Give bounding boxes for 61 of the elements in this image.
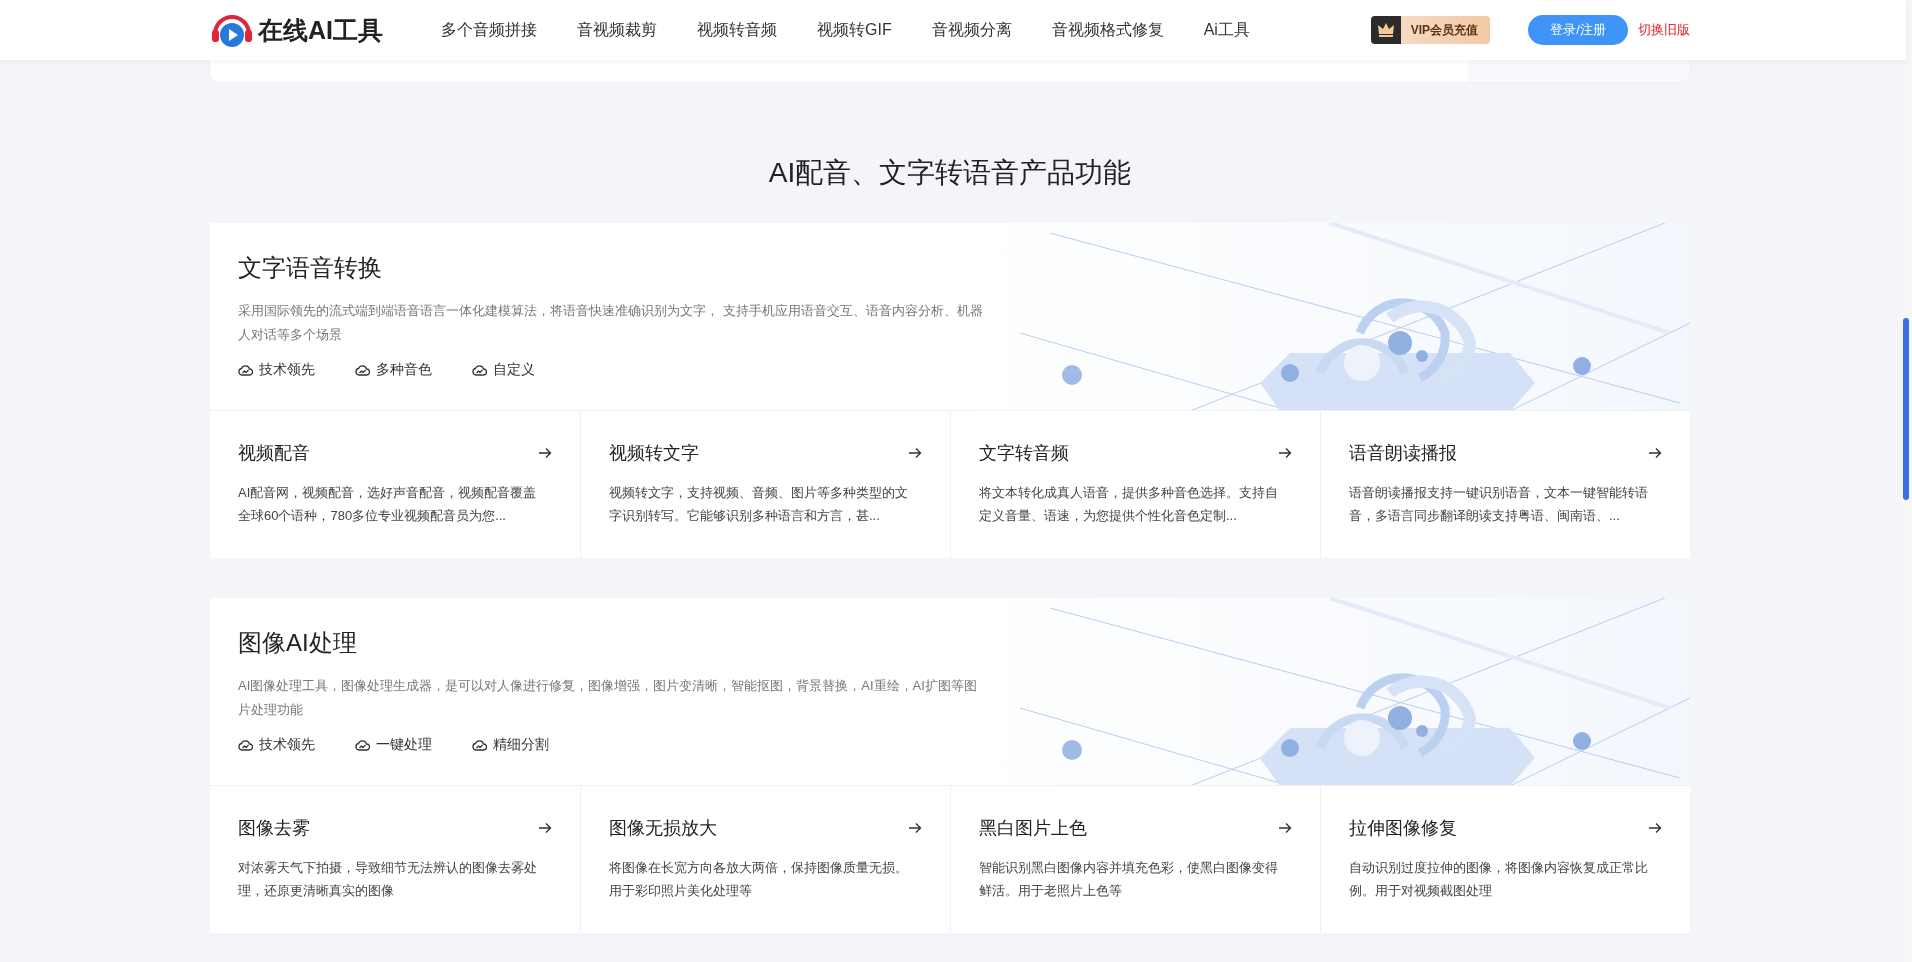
section-description: AI图像处理工具，图像处理生成器，是可以对人像进行修复，图像增强，图片变清晰，智能抠图，背景替换，AI重绘，AI扩图等图片处理功能 [238, 677, 978, 719]
card-description: 将图像在长宽方向各放大两倍，保持图像质量无损。用于彩印照片美化处理等 [609, 859, 909, 900]
section-description: 采用国际领先的流式端到端语音语言一体化建模算法，将语音快速准确识别为文字， 支持手机应用语音交互、语音内容分析、机器人对话等多个场景 [238, 302, 983, 344]
card-title: 语音朗读播报 [1349, 442, 1457, 465]
card-description: 智能识别黑白图像内容并填充色彩，使黑白图像变得鲜活。用于老照片上色等 [979, 859, 1279, 900]
tool-card[interactable]: 图像去雾 对浓雾天气下拍摄，导致细节无法辨认的图像去雾处理，还原更清晰真实的图像 [210, 786, 580, 933]
tool-card[interactable]: 图像无损放大 将图像在长宽方向各放大两倍，保持图像质量无损。用于彩印照片美化处理等 [580, 786, 950, 933]
logo-text: 在线AI工具 [258, 14, 383, 46]
section-title: 文字语音转换 [238, 253, 383, 283]
arrow-right-icon [908, 447, 922, 459]
feature-tag: 一键处理 [376, 736, 432, 754]
cloud-icon [355, 364, 370, 376]
switch-old-version-link[interactable]: 切换旧版 [1638, 21, 1690, 39]
feature-tag: 多种音色 [376, 361, 432, 379]
card-title: 黑白图片上色 [979, 817, 1087, 840]
nav-link[interactable]: 视频转GIF [797, 19, 912, 41]
section-title: 图像AI处理 [238, 628, 358, 658]
crown-icon [1376, 22, 1395, 38]
feature-tag: 精细分割 [493, 736, 549, 754]
arrow-right-icon [1648, 822, 1662, 834]
arrow-right-icon [538, 822, 552, 834]
nav-link[interactable]: 音视频裁剪 [557, 19, 677, 41]
card-title: 图像无损放大 [609, 817, 717, 840]
feature-tag: 技术领先 [259, 736, 315, 754]
nav-link[interactable]: 音视频格式修复 [1031, 19, 1184, 41]
card-description: 将文本转化成真人语音，提供多种音色选择。支持自定义音量、语速，为您提供个性化音色定制... [979, 484, 1279, 525]
scroll-thumb[interactable] [1903, 318, 1909, 500]
tool-card[interactable]: 视频转文字 视频转文字，支持视频、音频、图片等多种类型的文字识别转写。它能够识别多种语言和方言，甚... [580, 411, 950, 558]
tool-card[interactable]: 黑白图片上色 智能识别黑白图像内容并填充色彩，使黑白图像变得鲜活。用于老照片上色等 [950, 786, 1320, 933]
arrow-right-icon [1278, 822, 1292, 834]
nav-link[interactable]: 音视频分离 [911, 19, 1032, 41]
card-title: 图像去雾 [238, 817, 310, 840]
nav-link[interactable]: 多个音频拼接 [421, 19, 557, 41]
tool-card[interactable]: 文字转音频 将文本转化成真人语音，提供多种音色选择。支持自定义音量、语速，为您提供个性化音色定制... [950, 411, 1320, 558]
vip-button[interactable]: VIP会员充值 [1370, 16, 1490, 44]
arrow-right-icon [908, 822, 922, 834]
cloud-icon [238, 739, 253, 751]
arrow-right-icon [1648, 447, 1662, 459]
card-description: 对浓雾天气下拍摄，导致细节无法辨认的图像去雾处理，还原更清晰真实的图像 [238, 859, 538, 900]
feature-tag: 技术领先 [259, 361, 315, 379]
nav-link[interactable]: Ai工具 [1183, 19, 1270, 41]
arrow-right-icon [538, 447, 552, 459]
cloud-icon [238, 364, 253, 376]
card-title: 视频转文字 [609, 442, 699, 465]
nav-link[interactable]: 视频转音频 [677, 19, 797, 41]
card-description: 自动识别过度拉伸的图像，将图像内容恢复成正常比例。用于对视频截图处理 [1349, 859, 1649, 900]
card-description: 语音朗读播报支持一键识别语音，文本一键智能转语音，多语言同步翻译朗读支持粤语、闽南语、... [1349, 484, 1649, 525]
tool-card[interactable]: 语音朗读播报 语音朗读播报支持一键识别语音，文本一键智能转语音，多语言同步翻译朗读支持粤语、闽南语、... [1320, 411, 1690, 558]
cloud-icon [355, 739, 370, 751]
tool-card[interactable]: 视频配音 AI配音网，视频配音，选好声音配音，视频配音覆盖全球60个语种，780多位专业视频配音员为您... [210, 411, 580, 558]
card-description: AI配音网，视频配音，选好声音配音，视频配音覆盖全球60个语种，780多位专业视频配音员为您... [238, 484, 538, 525]
page-heading: AI配音、文字转语音产品功能 [768, 156, 1132, 190]
card-title: 拉伸图像修复 [1349, 817, 1457, 840]
cloud-icon [472, 364, 487, 376]
cloud-icon [472, 739, 487, 751]
card-title: 文字转音频 [979, 442, 1069, 465]
tool-card[interactable]: 拉伸图像修复 自动识别过度拉伸的图像，将图像内容恢复成正常比例。用于对视频截图处理 [1320, 786, 1690, 933]
feature-tag: 自定义 [493, 361, 535, 379]
card-title: 视频配音 [238, 442, 310, 465]
card-description: 视频转文字，支持视频、音频、图片等多种类型的文字识别转写。它能够识别多种语言和方言，甚... [609, 484, 909, 525]
arrow-right-icon [1278, 447, 1292, 459]
